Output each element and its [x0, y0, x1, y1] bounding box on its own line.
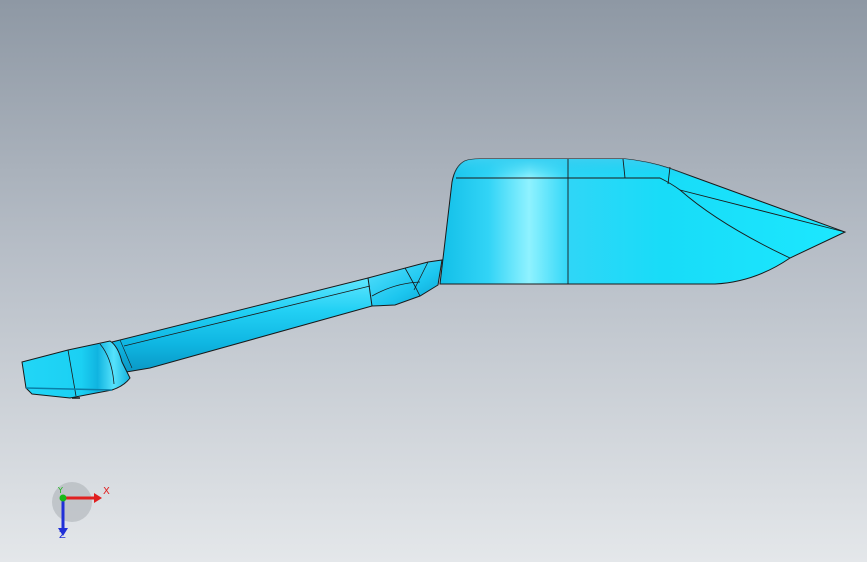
handle-end [21, 340, 131, 399]
arm-shaft [111, 277, 373, 373]
x-axis-label: X [103, 486, 110, 497]
neck-joint [365, 259, 443, 307]
3d-model-part[interactable] [0, 0, 867, 562]
coordinate-triad [52, 482, 102, 536]
x-axis-arrowhead [94, 493, 102, 503]
graphics-viewport[interactable]: X Y Z [0, 0, 867, 562]
z-axis-label: Z [59, 530, 66, 541]
y-axis-label: Y [58, 486, 63, 495]
head-body [439, 158, 847, 285]
